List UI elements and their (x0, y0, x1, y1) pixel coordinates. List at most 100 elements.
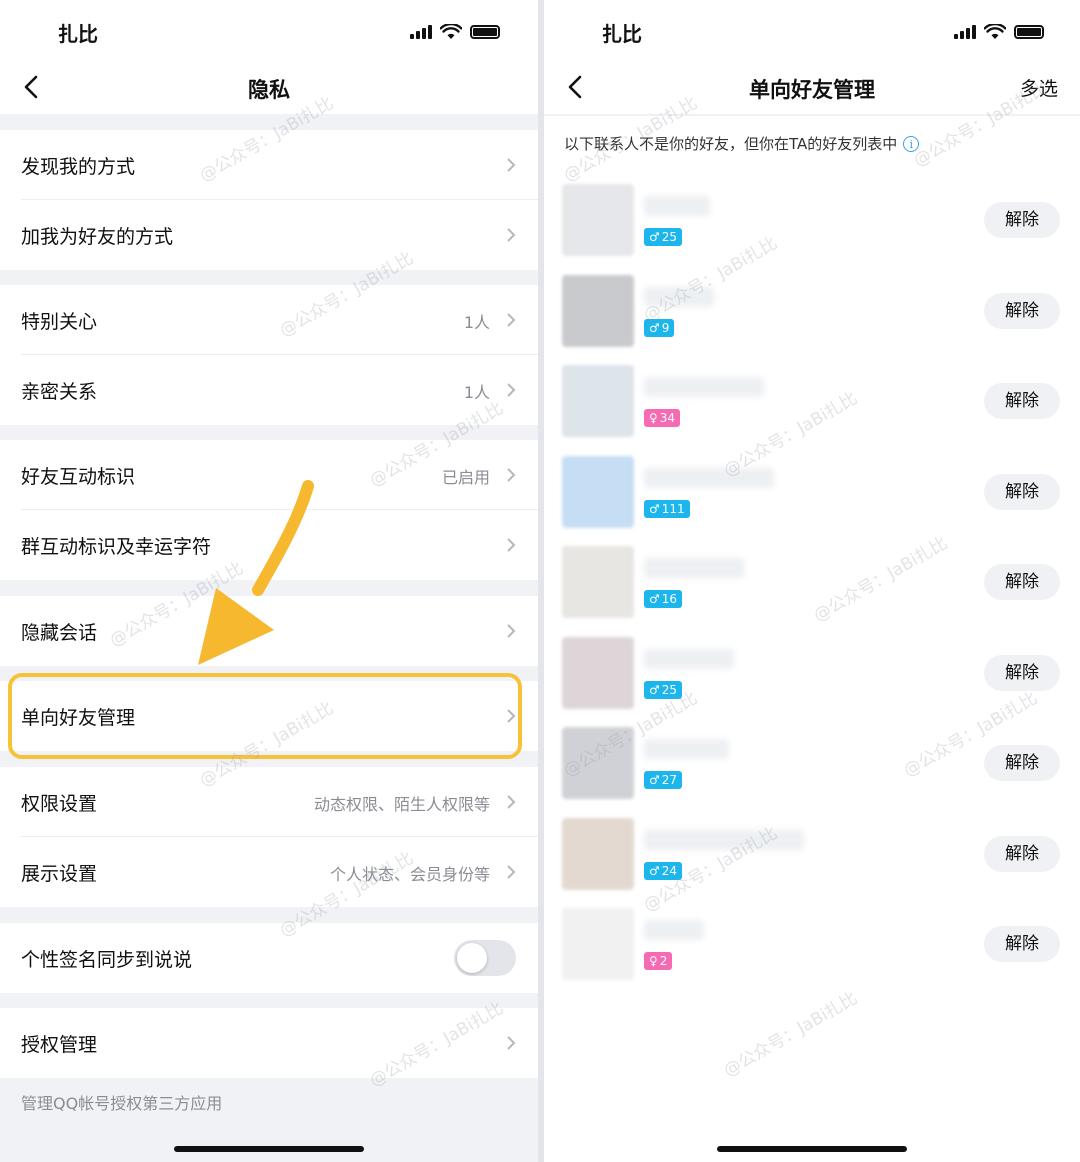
battery-icon (1014, 25, 1044, 39)
remove-button[interactable]: 解除 (984, 292, 1060, 329)
row-label: 发现我的方式 (21, 156, 136, 178)
settings-row-permissions[interactable]: 权限设置 动态权限、陌生人权限等 (0, 767, 538, 837)
gender-age-badge: ♂ 16 (644, 590, 683, 608)
friend-avatar[interactable] (562, 727, 634, 799)
row-label: 特别关心 (21, 311, 98, 333)
chevron-right-icon (507, 228, 516, 242)
chevron-right-icon (507, 468, 516, 482)
chevron-right-icon (507, 795, 516, 809)
gender-age-badge: ♀ 2 (644, 952, 673, 970)
chevron-right-icon (507, 313, 516, 327)
oneway-friends-screen: 扎比 单向好友管理 多选 以下联系人不是你的好友，但你在TA的好友列表中 i ♂… (544, 0, 1080, 1162)
row-value: 动态权限、陌生人权限等 (313, 795, 490, 814)
highlight-box (8, 673, 522, 759)
male-icon: ♂ (649, 320, 660, 335)
age-text: 16 (661, 592, 678, 606)
battery-icon (470, 25, 500, 39)
friend-name-blurred (644, 829, 804, 850)
male-icon: ♂ (649, 682, 660, 697)
nav-bar: 隐私 (0, 62, 538, 114)
settings-row-add-friend[interactable]: 加我为好友的方式 (0, 200, 538, 270)
remove-button[interactable]: 解除 (984, 926, 1060, 962)
status-icons (954, 24, 1044, 40)
home-indicator (717, 1146, 907, 1152)
friend-row[interactable]: ♂ 16 解除 (544, 546, 1080, 636)
privacy-screen: 扎比 隐私 发现我的方式 加我为好友的方式 特别关心 1人 亲密关系 1人 好友互动… (0, 0, 538, 1162)
friend-avatar[interactable] (562, 455, 634, 528)
row-value: 1人 (463, 383, 490, 402)
row-label: 授权管理 (21, 1034, 98, 1056)
status-bar: 扎比 (544, 0, 1080, 62)
age-text: 25 (661, 682, 678, 697)
gender-age-badge: ♂ 111 (644, 499, 690, 518)
chevron-right-icon (507, 1036, 516, 1050)
gender-age-badge: ♂ 9 (644, 318, 675, 337)
remove-button[interactable]: 解除 (984, 473, 1060, 510)
age-text: 111 (661, 501, 685, 516)
remove-button[interactable]: 解除 (984, 654, 1060, 691)
age-text: 24 (661, 863, 678, 878)
nav-divider (544, 114, 1080, 116)
friend-avatar[interactable] (562, 817, 634, 890)
friend-row[interactable]: ♂ 111 解除 (544, 455, 1080, 546)
friend-name-blurred (644, 739, 729, 759)
authorization-note: 管理QQ帐号授权第三方应用 (21, 1094, 223, 1113)
settings-row-discover[interactable]: 发现我的方式 (0, 130, 538, 200)
status-time: 扎比 (602, 22, 642, 46)
settings-row-special-care[interactable]: 特别关心 1人 (0, 285, 538, 355)
settings-row-display[interactable]: 展示设置 个人状态、会员身份等 (0, 837, 538, 907)
row-value: 已启用 (441, 468, 490, 487)
watermark: @公众号：JaBi扎比 (720, 988, 861, 1082)
friend-avatar[interactable] (562, 636, 634, 709)
settings-row-signature-sync: 个性签名同步到说说 (0, 923, 538, 993)
info-banner: 以下联系人不是你的好友，但你在TA的好友列表中 i (564, 133, 920, 154)
friend-name-blurred (644, 920, 704, 940)
female-icon: ♀ (649, 954, 658, 968)
friend-row[interactable]: ♂ 24 解除 (544, 817, 1080, 908)
info-icon[interactable]: i (903, 135, 920, 152)
row-label: 亲密关系 (21, 381, 98, 403)
age-text: 9 (661, 320, 670, 335)
male-icon: ♂ (649, 592, 660, 606)
remove-button[interactable]: 解除 (984, 383, 1060, 419)
friend-avatar[interactable] (562, 546, 634, 618)
friend-avatar[interactable] (562, 908, 634, 980)
signal-icon (410, 25, 432, 39)
age-text: 34 (659, 411, 676, 425)
page-title: 隐私 (248, 78, 290, 102)
chevron-right-icon (507, 383, 516, 397)
page-title: 单向好友管理 (749, 78, 875, 102)
wifi-icon (440, 24, 462, 39)
remove-button[interactable]: 解除 (984, 835, 1060, 872)
toggle-knob (457, 943, 487, 973)
status-time: 扎比 (58, 22, 98, 46)
age-text: 2 (659, 954, 668, 968)
friend-row[interactable]: ♂ 9 解除 (544, 274, 1080, 365)
multi-select-button[interactable]: 多选 (1020, 74, 1058, 101)
wifi-icon (984, 24, 1006, 39)
signature-sync-toggle[interactable] (454, 940, 516, 976)
friend-row[interactable]: ♂ 25 解除 (544, 636, 1080, 727)
male-icon: ♂ (649, 230, 660, 244)
info-text: 以下联系人不是你的好友，但你在TA的好友列表中 (564, 135, 898, 153)
chevron-right-icon (507, 538, 516, 552)
friend-row[interactable]: ♀ 2 解除 (544, 908, 1080, 998)
friend-row[interactable]: ♂ 27 解除 (544, 727, 1080, 817)
remove-button[interactable]: 解除 (984, 202, 1060, 238)
row-value: 1人 (463, 313, 490, 332)
remove-button[interactable]: 解除 (984, 564, 1060, 600)
row-label: 展示设置 (21, 863, 98, 885)
friend-name-blurred (644, 286, 714, 307)
friend-row[interactable]: ♀ 34 解除 (544, 365, 1080, 455)
friend-avatar[interactable] (562, 184, 634, 256)
friend-name-blurred (644, 558, 744, 578)
settings-row-authorization[interactable]: 授权管理 (0, 1008, 538, 1078)
friend-avatar[interactable] (562, 274, 634, 347)
remove-button[interactable]: 解除 (984, 745, 1060, 781)
female-icon: ♀ (649, 411, 658, 425)
friend-row[interactable]: ♂ 25 解除 (544, 184, 1080, 274)
signal-icon (954, 25, 976, 39)
settings-row-intimate[interactable]: 亲密关系 1人 (0, 355, 538, 425)
male-icon: ♂ (649, 863, 660, 878)
friend-avatar[interactable] (562, 365, 634, 437)
